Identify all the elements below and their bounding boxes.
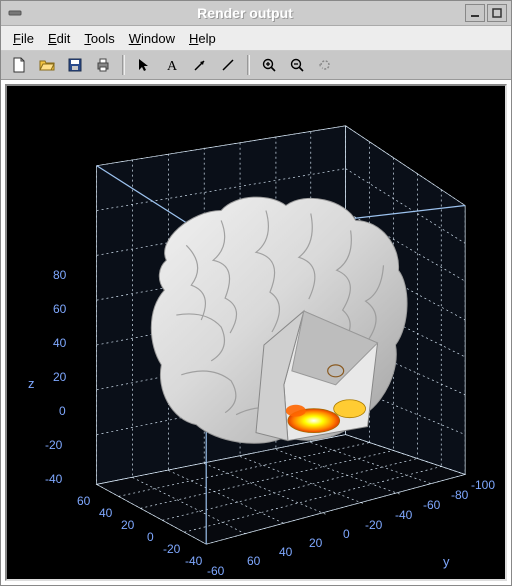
- menu-window[interactable]: Window: [129, 31, 175, 46]
- text-tool-icon[interactable]: A: [160, 53, 184, 77]
- y-tick: 20: [309, 536, 322, 550]
- x-tick: 20: [121, 518, 134, 532]
- y-tick: 0: [343, 527, 350, 541]
- z-tick: 60: [53, 302, 66, 316]
- line-tool-icon[interactable]: [216, 53, 240, 77]
- z-tick: 80: [53, 268, 66, 282]
- new-file-icon[interactable]: [7, 53, 31, 77]
- x-tick: -60: [207, 564, 224, 578]
- pointer-icon[interactable]: [132, 53, 156, 77]
- window-frame: Render output File Edit Tools Window Hel…: [0, 0, 512, 586]
- minimize-button[interactable]: [465, 4, 485, 22]
- x-axis-label: x: [221, 578, 228, 581]
- y-tick: -40: [395, 508, 412, 522]
- y-axis-label: y: [443, 554, 450, 569]
- maximize-button[interactable]: [487, 4, 507, 22]
- x-tick: 40: [99, 506, 112, 520]
- window-buttons: [465, 4, 507, 22]
- zoom-in-icon[interactable]: [257, 53, 281, 77]
- y-tick: -80: [451, 488, 468, 502]
- arrow-tool-icon[interactable]: [188, 53, 212, 77]
- render-viewport[interactable]: 80 60 40 20 0 -20 -40 60 40 20 0 -20 -40…: [5, 84, 507, 581]
- y-tick: -100: [471, 478, 495, 492]
- y-tick: -20: [365, 518, 382, 532]
- zoom-out-icon[interactable]: [285, 53, 309, 77]
- save-file-icon[interactable]: [63, 53, 87, 77]
- z-tick: -20: [45, 438, 62, 452]
- titlebar: Render output: [1, 1, 511, 26]
- svg-text:A: A: [167, 59, 178, 73]
- z-tick: 40: [53, 336, 66, 350]
- menu-tools[interactable]: Tools: [84, 31, 114, 46]
- toolbar: A: [1, 51, 511, 80]
- window-title: Render output: [25, 5, 465, 21]
- menu-edit[interactable]: Edit: [48, 31, 70, 46]
- y-tick: -60: [423, 498, 440, 512]
- system-menu-icon[interactable]: [5, 3, 25, 23]
- z-axis-label: z: [28, 376, 35, 391]
- y-tick: 40: [279, 545, 292, 559]
- z-tick: 20: [53, 370, 66, 384]
- y-tick: 60: [247, 554, 260, 568]
- rotate-icon[interactable]: [313, 53, 337, 77]
- z-tick: -40: [45, 472, 62, 486]
- x-tick: 60: [77, 494, 90, 508]
- z-tick: 0: [59, 404, 66, 418]
- x-tick: 0: [147, 530, 154, 544]
- menu-file[interactable]: File: [13, 31, 34, 46]
- toolbar-separator: [247, 55, 250, 75]
- open-file-icon[interactable]: [35, 53, 59, 77]
- brain-surface: [151, 197, 407, 443]
- print-icon[interactable]: [91, 53, 115, 77]
- menubar: File Edit Tools Window Help: [1, 26, 511, 51]
- toolbar-separator: [122, 55, 125, 75]
- menu-help[interactable]: Help: [189, 31, 216, 46]
- x-tick: -40: [185, 554, 202, 568]
- x-tick: -20: [163, 542, 180, 556]
